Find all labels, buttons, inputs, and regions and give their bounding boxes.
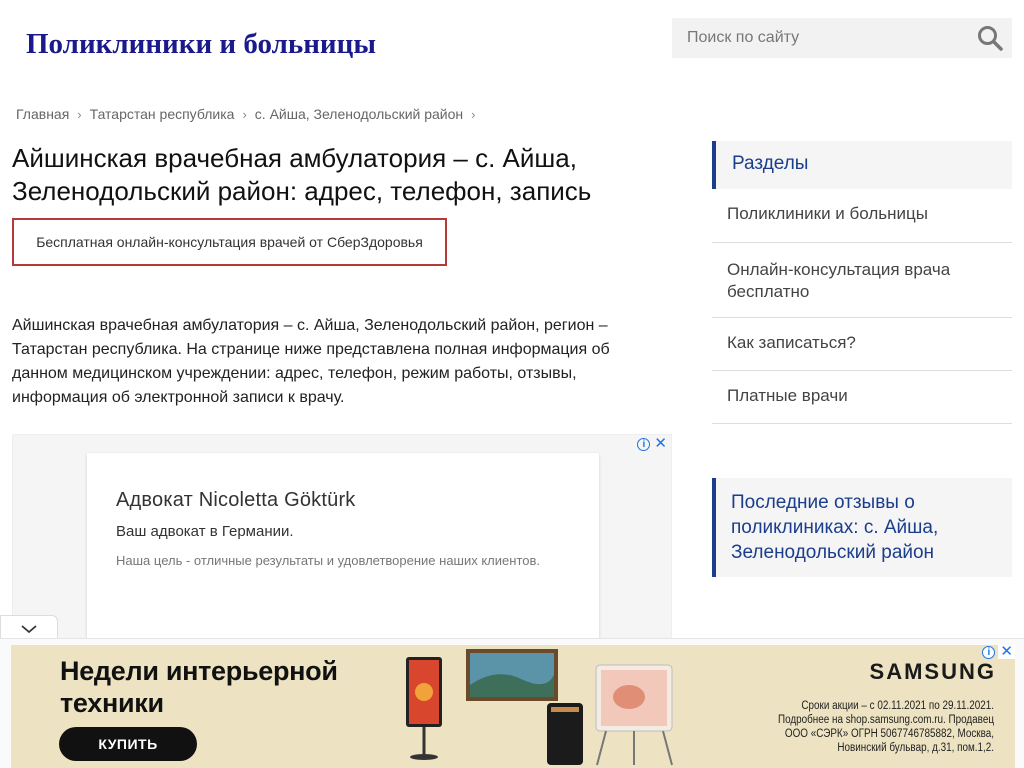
legal-line: Новинский бульвар, д.31, пом.1,2.: [837, 742, 994, 754]
legal-line: Сроки акции – с 02.11.2021 по 29.11.2021…: [801, 700, 994, 712]
banner-close-icon[interactable]: ✕: [998, 645, 1015, 659]
legal-line: ООО «СЭРК» ОГРН 5067746785882, Москва,: [784, 728, 994, 740]
ad-title[interactable]: Адвокат Nicoletta Göktürk: [116, 489, 356, 512]
latest-reviews-heading: Последние отзывы о поликлиниках: с. Айша…: [712, 478, 1012, 577]
breadcrumb: Главная › Татарстан республика › с. Айша…: [16, 106, 484, 122]
sidebar-item-clinics[interactable]: Поликлиники и больницы: [712, 189, 1012, 243]
page-title: Айшинская врачебная амбулатория – с. Айш…: [12, 143, 592, 206]
tv-products-image: [406, 649, 673, 766]
banner-info-icon[interactable]: i: [982, 645, 996, 659]
ad-subtitle: Ваш адвокат в Германии.: [116, 523, 294, 540]
ad-close-icon[interactable]: ✕: [654, 436, 667, 451]
legal-line: Подробнее на shop.samsung.com.ru. Продав…: [777, 714, 994, 726]
search-box: [672, 18, 1012, 58]
bottom-ad-banner: Недели интерьерной техники КУПИТЬ SAMSUN: [0, 638, 1024, 768]
sidebar-item-how-to-book[interactable]: Как записаться?: [712, 318, 1012, 371]
ad-description: Наша цель - отличные результаты и удовле…: [116, 553, 540, 568]
banner-headline: Недели интерьерной техники: [60, 656, 338, 718]
banner-ad-controls: i ✕: [982, 645, 1015, 659]
breadcrumb-home[interactable]: Главная: [16, 106, 69, 122]
site-logo[interactable]: Поликлиники и больницы: [26, 28, 376, 61]
ad-controls: i ✕: [637, 436, 667, 451]
sidebar-item-online-consultation[interactable]: Онлайн-консультация врача бесплатно: [712, 243, 1012, 318]
buy-button[interactable]: КУПИТЬ: [59, 727, 197, 761]
sections-heading: Разделы: [712, 141, 1012, 189]
intro-text: Айшинская врачебная амбулатория – с. Айш…: [12, 317, 610, 406]
ad-card[interactable]: Адвокат Nicoletta Göktürk Ваш адвокат в …: [87, 453, 599, 643]
samsung-ad[interactable]: Недели интерьерной техники КУПИТЬ SAMSUN: [11, 645, 1015, 768]
breadcrumb-separator: ›: [77, 106, 82, 122]
sidebar: Разделы Поликлиники и больницы Онлайн-ко…: [712, 141, 1012, 424]
free-consultation-button[interactable]: Бесплатная онлайн-консультация врачей от…: [12, 218, 447, 266]
breadcrumb-separator: ›: [242, 106, 247, 122]
breadcrumb-region[interactable]: Татарстан республика: [90, 106, 235, 122]
search-icon[interactable]: [976, 24, 1004, 52]
sidebar-item-paid-doctors[interactable]: Платные врачи: [712, 371, 1012, 424]
banner-legal-text: Сроки акции – с 02.11.2021 по 29.11.2021…: [736, 699, 994, 755]
chevron-down-icon: [21, 624, 37, 633]
sidebar-menu: Поликлиники и больницы Онлайн-консультац…: [712, 189, 1012, 424]
ad-info-icon[interactable]: i: [637, 437, 651, 451]
samsung-logo: SAMSUNG: [869, 659, 996, 684]
search-input[interactable]: [672, 18, 972, 58]
breadcrumb-locality[interactable]: с. Айша, Зеленодольский район: [255, 106, 463, 122]
ad-block: i ✕ Адвокат Nicoletta Göktürk Ваш адвока…: [12, 434, 672, 644]
breadcrumb-separator: ›: [471, 106, 476, 122]
